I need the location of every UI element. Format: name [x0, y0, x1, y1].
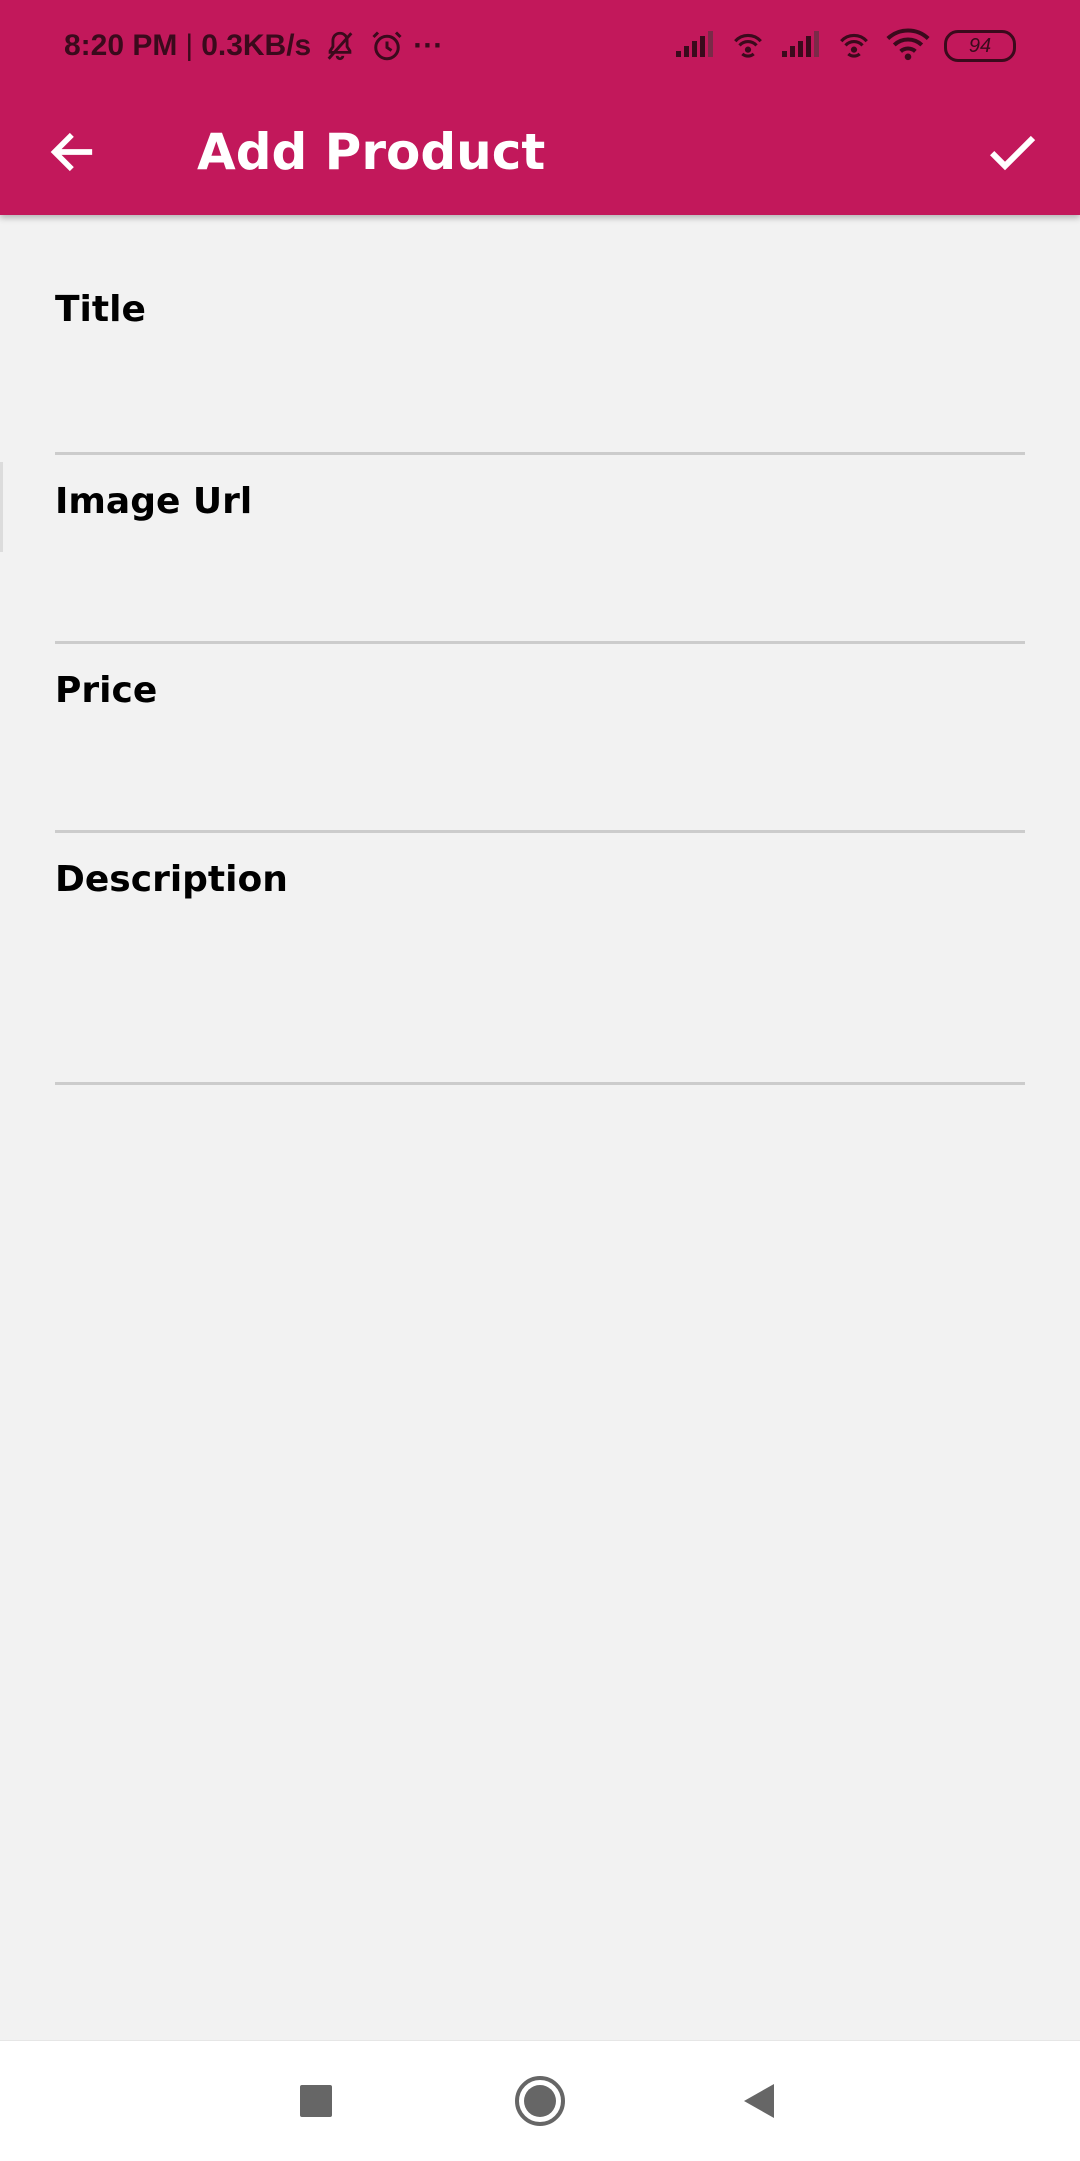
hotspot-icon — [836, 27, 872, 65]
page-title: Add Product — [197, 123, 546, 181]
status-left: 8:20 PM | 0.3KB/s ··· — [64, 24, 443, 68]
home-icon — [515, 2076, 565, 2126]
alarm-icon — [369, 28, 405, 64]
price-field[interactable]: Price — [55, 644, 1025, 833]
home-button[interactable] — [500, 2061, 580, 2141]
arrow-back-icon — [50, 132, 93, 172]
signal-icon — [674, 29, 716, 63]
back-nav-button[interactable] — [720, 2061, 800, 2141]
hotspot-icon — [730, 27, 766, 65]
wifi-icon — [886, 27, 930, 65]
title-input[interactable] — [55, 384, 1025, 444]
image-url-field[interactable]: Image Url — [55, 455, 1025, 644]
battery-icon: 94 — [944, 30, 1016, 62]
check-icon — [990, 135, 1036, 171]
description-input[interactable] — [55, 954, 1025, 1074]
image-url-label: Image Url — [55, 481, 253, 522]
title-field[interactable]: Title — [55, 215, 1025, 455]
bell-off-icon — [323, 29, 357, 63]
description-label: Description — [55, 859, 288, 900]
title-label: Title — [55, 289, 146, 330]
status-time: 8:20 PM — [64, 29, 178, 62]
price-label: Price — [55, 670, 158, 711]
app-bar: 8:20 PM | 0.3KB/s ··· 94 Add Product — [0, 0, 1080, 215]
toolbar: Add Product — [0, 92, 1080, 215]
recents-button[interactable] — [276, 2061, 356, 2141]
edge-handle — [0, 462, 3, 552]
more-notifications-icon: ··· — [413, 29, 444, 62]
status-separator: | — [185, 29, 194, 62]
save-button[interactable] — [974, 114, 1050, 190]
back-button[interactable] — [36, 116, 108, 188]
price-input[interactable] — [55, 762, 1025, 822]
description-field[interactable]: Description — [55, 833, 1025, 1085]
status-right: 94 — [674, 24, 1016, 68]
status-bar: 8:20 PM | 0.3KB/s ··· 94 — [0, 0, 1080, 92]
back-icon — [744, 2084, 774, 2118]
recents-icon — [300, 2085, 332, 2117]
product-form: Title Image Url Price Description — [55, 215, 1025, 1085]
signal-icon — [780, 29, 822, 63]
system-nav-bar — [0, 2040, 1080, 2161]
network-speed: 0.3KB/s — [201, 29, 312, 62]
image-url-input[interactable] — [55, 573, 1025, 633]
